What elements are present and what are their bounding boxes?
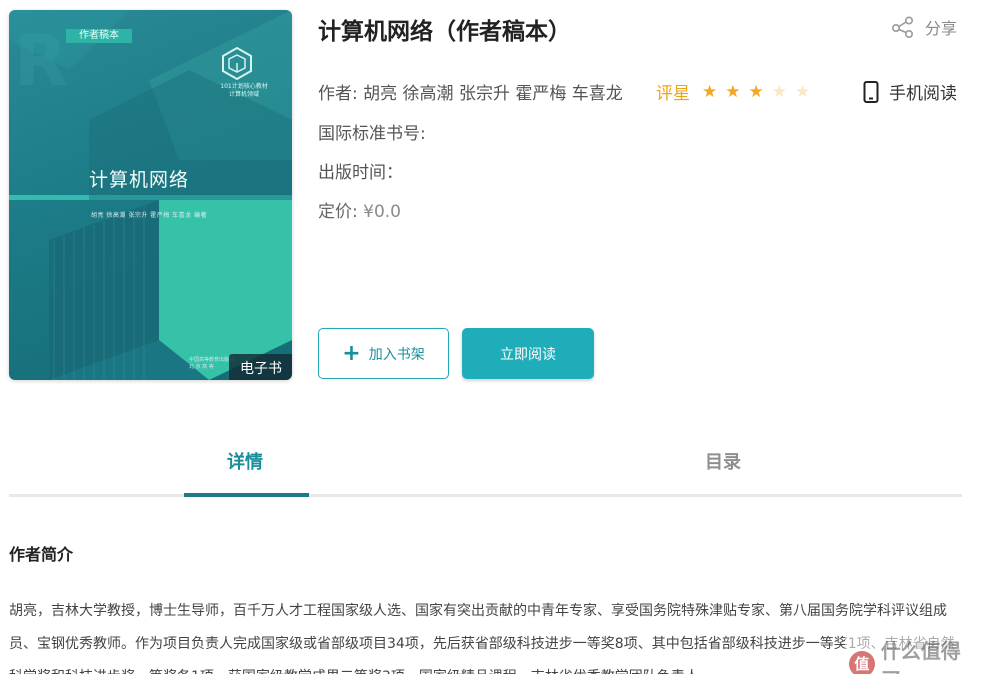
- cover-tag: 作者稿本: [66, 29, 132, 43]
- plus-icon: +: [342, 340, 361, 366]
- tab-divider: [9, 494, 962, 497]
- book-cover[interactable]: R 作者稿本 101计划核心教材 计算机领域 计算机网络 胡亮 徐高潮 张宗升 …: [9, 10, 292, 380]
- rating-stars: ★ ★ ★ ★ ★: [702, 81, 810, 103]
- authors-line: 作者: 胡亮 徐高潮 张宗升 霍严梅 车喜龙: [318, 84, 623, 104]
- publish-date-label: 出版时间：: [318, 163, 403, 183]
- rating: 评星 ★ ★ ★ ★ ★: [656, 79, 810, 105]
- rating-label: 评星: [656, 84, 690, 104]
- watermark-text: 什么值得买: [880, 639, 961, 674]
- read-now-button[interactable]: 立即阅读: [462, 328, 594, 379]
- cover-publisher: 中国高等教育出版社 北 京 高 等: [189, 357, 234, 371]
- star-icon: ★: [795, 81, 811, 102]
- cover-authors: 胡亮 徐高潮 张宗升 霍严梅 车喜龙 编著: [91, 212, 208, 219]
- cover-series: 101计划核心教材 计算机领域: [204, 83, 284, 99]
- phone-icon: [863, 80, 879, 103]
- tab-table-of-contents[interactable]: 目录: [705, 448, 741, 474]
- section-title: 作者简介: [9, 545, 74, 564]
- tab-bar: 详情 目录: [9, 440, 962, 497]
- star-icon: ★: [702, 81, 718, 102]
- ebook-badge: 电子书: [229, 354, 292, 380]
- cover-series-line: 计算机领域: [228, 91, 259, 98]
- mobile-read-button[interactable]: 手机阅读: [863, 79, 957, 104]
- cube-logo-icon: [222, 46, 252, 80]
- add-to-shelf-button[interactable]: + 加入书架: [318, 328, 449, 379]
- tab-details[interactable]: 详情: [227, 448, 263, 474]
- active-tab-indicator: [184, 493, 309, 497]
- share-button[interactable]: 分享: [891, 15, 957, 39]
- book-title: 计算机网络（作者稿本）: [318, 19, 571, 45]
- star-icon: ★: [748, 81, 764, 102]
- cover-title: 计算机网络: [89, 169, 190, 191]
- share-label: 分享: [925, 19, 958, 38]
- cover-publisher-line: 北 京 高 等: [189, 364, 214, 370]
- svg-text:R: R: [14, 20, 68, 102]
- watermark-logo: 值: [849, 651, 875, 674]
- price-label: 定价:: [318, 202, 358, 222]
- star-icon: ★: [771, 81, 787, 102]
- add-to-shelf-label: 加入书架: [368, 346, 425, 363]
- mobile-read-label: 手机阅读: [889, 84, 957, 104]
- price: 定价: ¥0.0: [318, 197, 401, 222]
- share-icon: [891, 16, 914, 38]
- watermark: 值 什么值得买: [845, 635, 984, 674]
- cover-series-line: 101计划核心教材: [220, 83, 268, 90]
- star-icon: ★: [725, 81, 741, 102]
- isbn-label: 国际标准书号:: [318, 124, 426, 144]
- author-intro: 胡亮，吉林大学教授，博士生导师，百千万人才工程国家级人选、国家有突出贡献的中青年…: [9, 603, 955, 674]
- cover-publisher-line: 中国高等教育出版社: [189, 357, 235, 363]
- price-value: ¥0.0: [363, 202, 401, 222]
